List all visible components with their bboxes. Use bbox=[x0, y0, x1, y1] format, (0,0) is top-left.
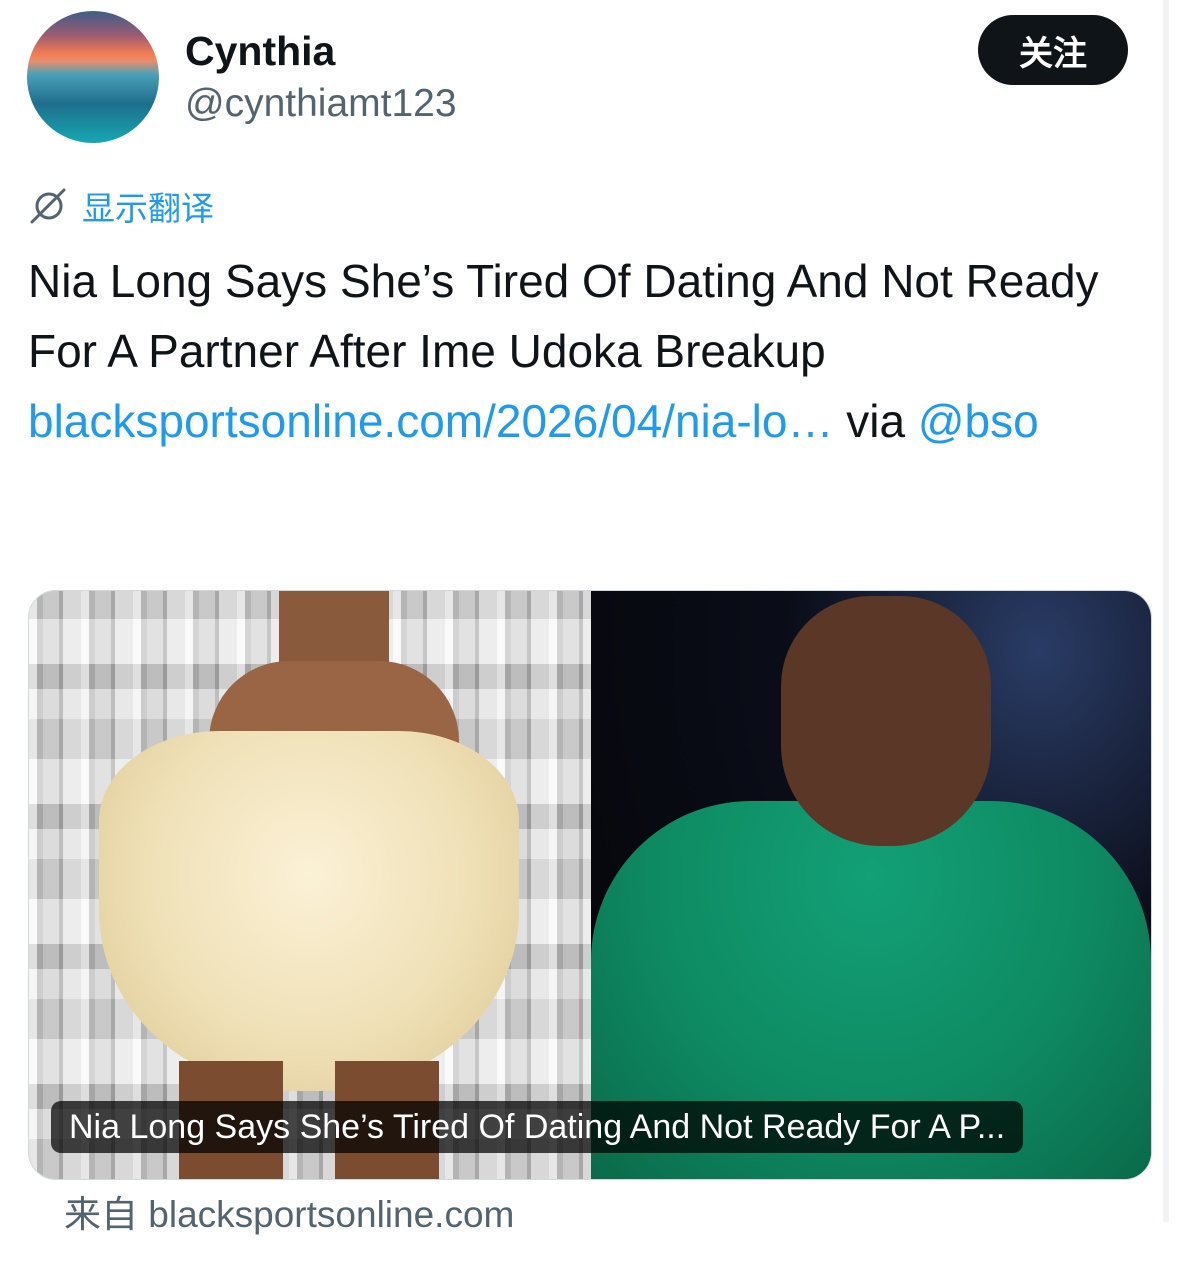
avatar[interactable] bbox=[27, 11, 159, 143]
translate-icon bbox=[30, 188, 66, 224]
card-source-prefix: 来自 bbox=[64, 1193, 138, 1236]
dress-shape bbox=[99, 731, 519, 1091]
author-display-name[interactable]: Cynthia bbox=[185, 28, 335, 74]
link-preview-card[interactable]: Nia Long Says She’s Tired Of Dating And … bbox=[28, 590, 1152, 1180]
tweet-body: Nia Long Says She’s Tired Of Dating And … bbox=[28, 255, 1099, 377]
author-handle[interactable]: @cynthiamt123 bbox=[185, 82, 457, 126]
scrollbar-track[interactable] bbox=[1163, 0, 1169, 1222]
show-translation-label: 显示翻译 bbox=[82, 189, 214, 228]
card-image-left bbox=[29, 591, 591, 1179]
card-caption: Nia Long Says She’s Tired Of Dating And … bbox=[51, 1101, 1024, 1153]
show-translation-link[interactable]: 显示翻译 bbox=[28, 184, 214, 228]
card-source[interactable]: 来自 blacksportsonline.com bbox=[64, 1190, 514, 1240]
card-source-domain: blacksportsonline.com bbox=[148, 1194, 515, 1235]
follow-button[interactable]: 关注 bbox=[978, 15, 1128, 85]
card-image-right bbox=[591, 591, 1151, 1179]
tweet-via: via bbox=[846, 395, 906, 447]
tweet-link[interactable]: blacksportsonline.com/2026/04/nia-lo… bbox=[28, 395, 833, 447]
tweet-mention[interactable]: @bso bbox=[918, 395, 1039, 447]
person-head-right bbox=[781, 596, 991, 846]
tweet-text: Nia Long Says She’s Tired Of Dating And … bbox=[28, 246, 1138, 456]
